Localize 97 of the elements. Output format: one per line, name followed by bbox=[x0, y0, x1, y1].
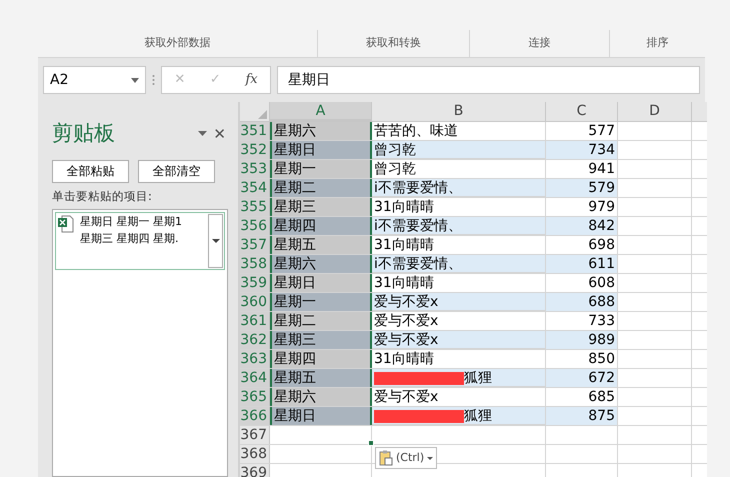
table-cell: 爱与不爱x bbox=[374, 332, 438, 348]
table-cell: 爱与不爱x bbox=[374, 313, 438, 329]
ribbon-group-label: 排序 bbox=[646, 35, 668, 52]
grip-icon bbox=[152, 74, 155, 86]
table-cell: 31向晴晴 bbox=[374, 275, 434, 291]
table-cell: 579 bbox=[588, 180, 615, 196]
row-number[interactable]: 360 bbox=[240, 293, 270, 311]
table-cell: 星期一 bbox=[270, 160, 372, 178]
paste-options-button[interactable]: (Ctrl) bbox=[375, 447, 438, 469]
table-cell: 星期六 bbox=[270, 122, 372, 140]
row-number[interactable]: 359 bbox=[240, 274, 270, 292]
table-cell: 星期二 bbox=[270, 312, 372, 330]
ribbon-group-label: 获取外部数据 bbox=[144, 35, 210, 52]
clear-all-button[interactable]: 全部清空 bbox=[138, 160, 215, 182]
close-button[interactable]: ✕ bbox=[213, 122, 226, 145]
excel-file-icon bbox=[58, 214, 74, 233]
table-cell: 爱与不爱x bbox=[374, 389, 438, 405]
clipboard-item-text: 星期日 星期一 星期1 bbox=[80, 214, 183, 230]
table-cell: 611 bbox=[588, 256, 615, 272]
row-number[interactable]: 366 bbox=[240, 407, 270, 425]
dropdown-icon[interactable] bbox=[198, 131, 208, 136]
table-cell: 31向晴晴 bbox=[374, 237, 434, 253]
row-number[interactable]: 369 bbox=[240, 464, 270, 477]
pane-title: 剪贴板 bbox=[52, 120, 115, 147]
table-cell: 688 bbox=[588, 294, 615, 310]
column-header[interactable]: D bbox=[618, 102, 692, 121]
row-number[interactable]: 354 bbox=[240, 179, 270, 197]
row-number[interactable]: 351 bbox=[240, 122, 270, 140]
table-cell: 星期二 bbox=[270, 179, 372, 197]
corner-triangle-icon bbox=[258, 110, 267, 119]
table-cell: 星期六 bbox=[270, 255, 372, 273]
table-cell: 842 bbox=[588, 218, 615, 234]
table-cell: 爱与不爱x bbox=[374, 294, 438, 310]
row-number[interactable]: 352 bbox=[240, 141, 270, 159]
clipboard-item[interactable]: 星期日 星期一 星期1 星期三 星期四 星期. bbox=[55, 212, 225, 270]
row-number[interactable]: 358 bbox=[240, 255, 270, 273]
paste-all-button[interactable]: 全部粘贴 bbox=[52, 160, 129, 182]
column-header[interactable]: A bbox=[270, 102, 372, 121]
clipboard-item-text: 星期三 星期四 星期. bbox=[80, 230, 180, 247]
fill-handle[interactable] bbox=[368, 440, 374, 446]
row-number[interactable]: 357 bbox=[240, 236, 270, 254]
table-cell: 31向晴晴 bbox=[374, 351, 434, 367]
table-cell: 星期三 bbox=[270, 331, 372, 349]
table-cell: 875 bbox=[588, 408, 615, 424]
table-cell: 星期四 bbox=[270, 350, 372, 368]
row-number[interactable]: 355 bbox=[240, 198, 270, 216]
row-number[interactable]: 368 bbox=[240, 445, 270, 463]
ribbon-group-label: 获取和转换 bbox=[366, 35, 421, 52]
table-cell: 狐狸 bbox=[464, 408, 492, 424]
table-cell: 989 bbox=[588, 332, 615, 348]
table-cell: 曾习乾 bbox=[374, 161, 416, 177]
table-cell: 941 bbox=[588, 161, 615, 177]
table-cell: 星期日 bbox=[270, 274, 372, 292]
table-cell: 星期三 bbox=[270, 198, 372, 216]
table-cell: 734 bbox=[588, 142, 615, 158]
table-cell: 星期六 bbox=[270, 388, 372, 406]
item-menu-button[interactable] bbox=[208, 214, 223, 268]
table-cell: 698 bbox=[588, 237, 615, 253]
table-cell: 星期五 bbox=[270, 369, 372, 387]
row-number[interactable]: 367 bbox=[240, 426, 270, 444]
row-number[interactable]: 353 bbox=[240, 160, 270, 178]
dropdown-icon bbox=[131, 78, 139, 82]
table-cell: 608 bbox=[588, 275, 615, 291]
row-number[interactable]: 356 bbox=[240, 217, 270, 235]
clipboard-icon bbox=[379, 450, 393, 466]
table-cell: 狐狸 bbox=[464, 370, 492, 386]
table-cell: 979 bbox=[588, 199, 615, 215]
table-cell: 曾习乾 bbox=[374, 142, 416, 158]
table-cell: 苦苦的、味道 bbox=[374, 123, 458, 139]
table-cell: i不需要爱情、 bbox=[374, 180, 462, 196]
table-cell: 星期一 bbox=[270, 293, 372, 311]
table-cell: 星期日 bbox=[270, 407, 372, 425]
table-cell: 星期四 bbox=[270, 217, 372, 235]
insert-function-button[interactable]: fx bbox=[245, 70, 258, 90]
table-cell: 星期五 bbox=[270, 236, 372, 254]
table-cell: 850 bbox=[588, 351, 615, 367]
table-cell: 577 bbox=[588, 123, 615, 139]
row-number[interactable]: 364 bbox=[240, 369, 270, 387]
dropdown-icon bbox=[427, 456, 434, 460]
row-number[interactable]: 365 bbox=[240, 388, 270, 406]
table-cell: i不需要爱情、 bbox=[374, 256, 462, 272]
table-cell: 672 bbox=[588, 370, 615, 386]
table-cell: 星期日 bbox=[270, 141, 372, 159]
dropdown-icon bbox=[212, 238, 220, 243]
table-cell: 685 bbox=[588, 389, 615, 405]
table-cell: 733 bbox=[588, 313, 615, 329]
table-cell: i不需要爱情、 bbox=[374, 218, 462, 234]
table-cell: 31向晴晴 bbox=[374, 199, 434, 215]
row-number[interactable]: 362 bbox=[240, 331, 270, 349]
name-box[interactable]: A2 bbox=[43, 66, 146, 94]
row-number[interactable]: 361 bbox=[240, 312, 270, 330]
row-number[interactable]: 363 bbox=[240, 350, 270, 368]
column-header[interactable]: C bbox=[546, 102, 618, 121]
ribbon-group-label: 连接 bbox=[528, 35, 550, 52]
formula-field[interactable]: 星期日 bbox=[277, 66, 700, 94]
column-header[interactable]: B bbox=[372, 102, 546, 121]
instruction-text: 单击要粘贴的项目: bbox=[52, 188, 153, 204]
